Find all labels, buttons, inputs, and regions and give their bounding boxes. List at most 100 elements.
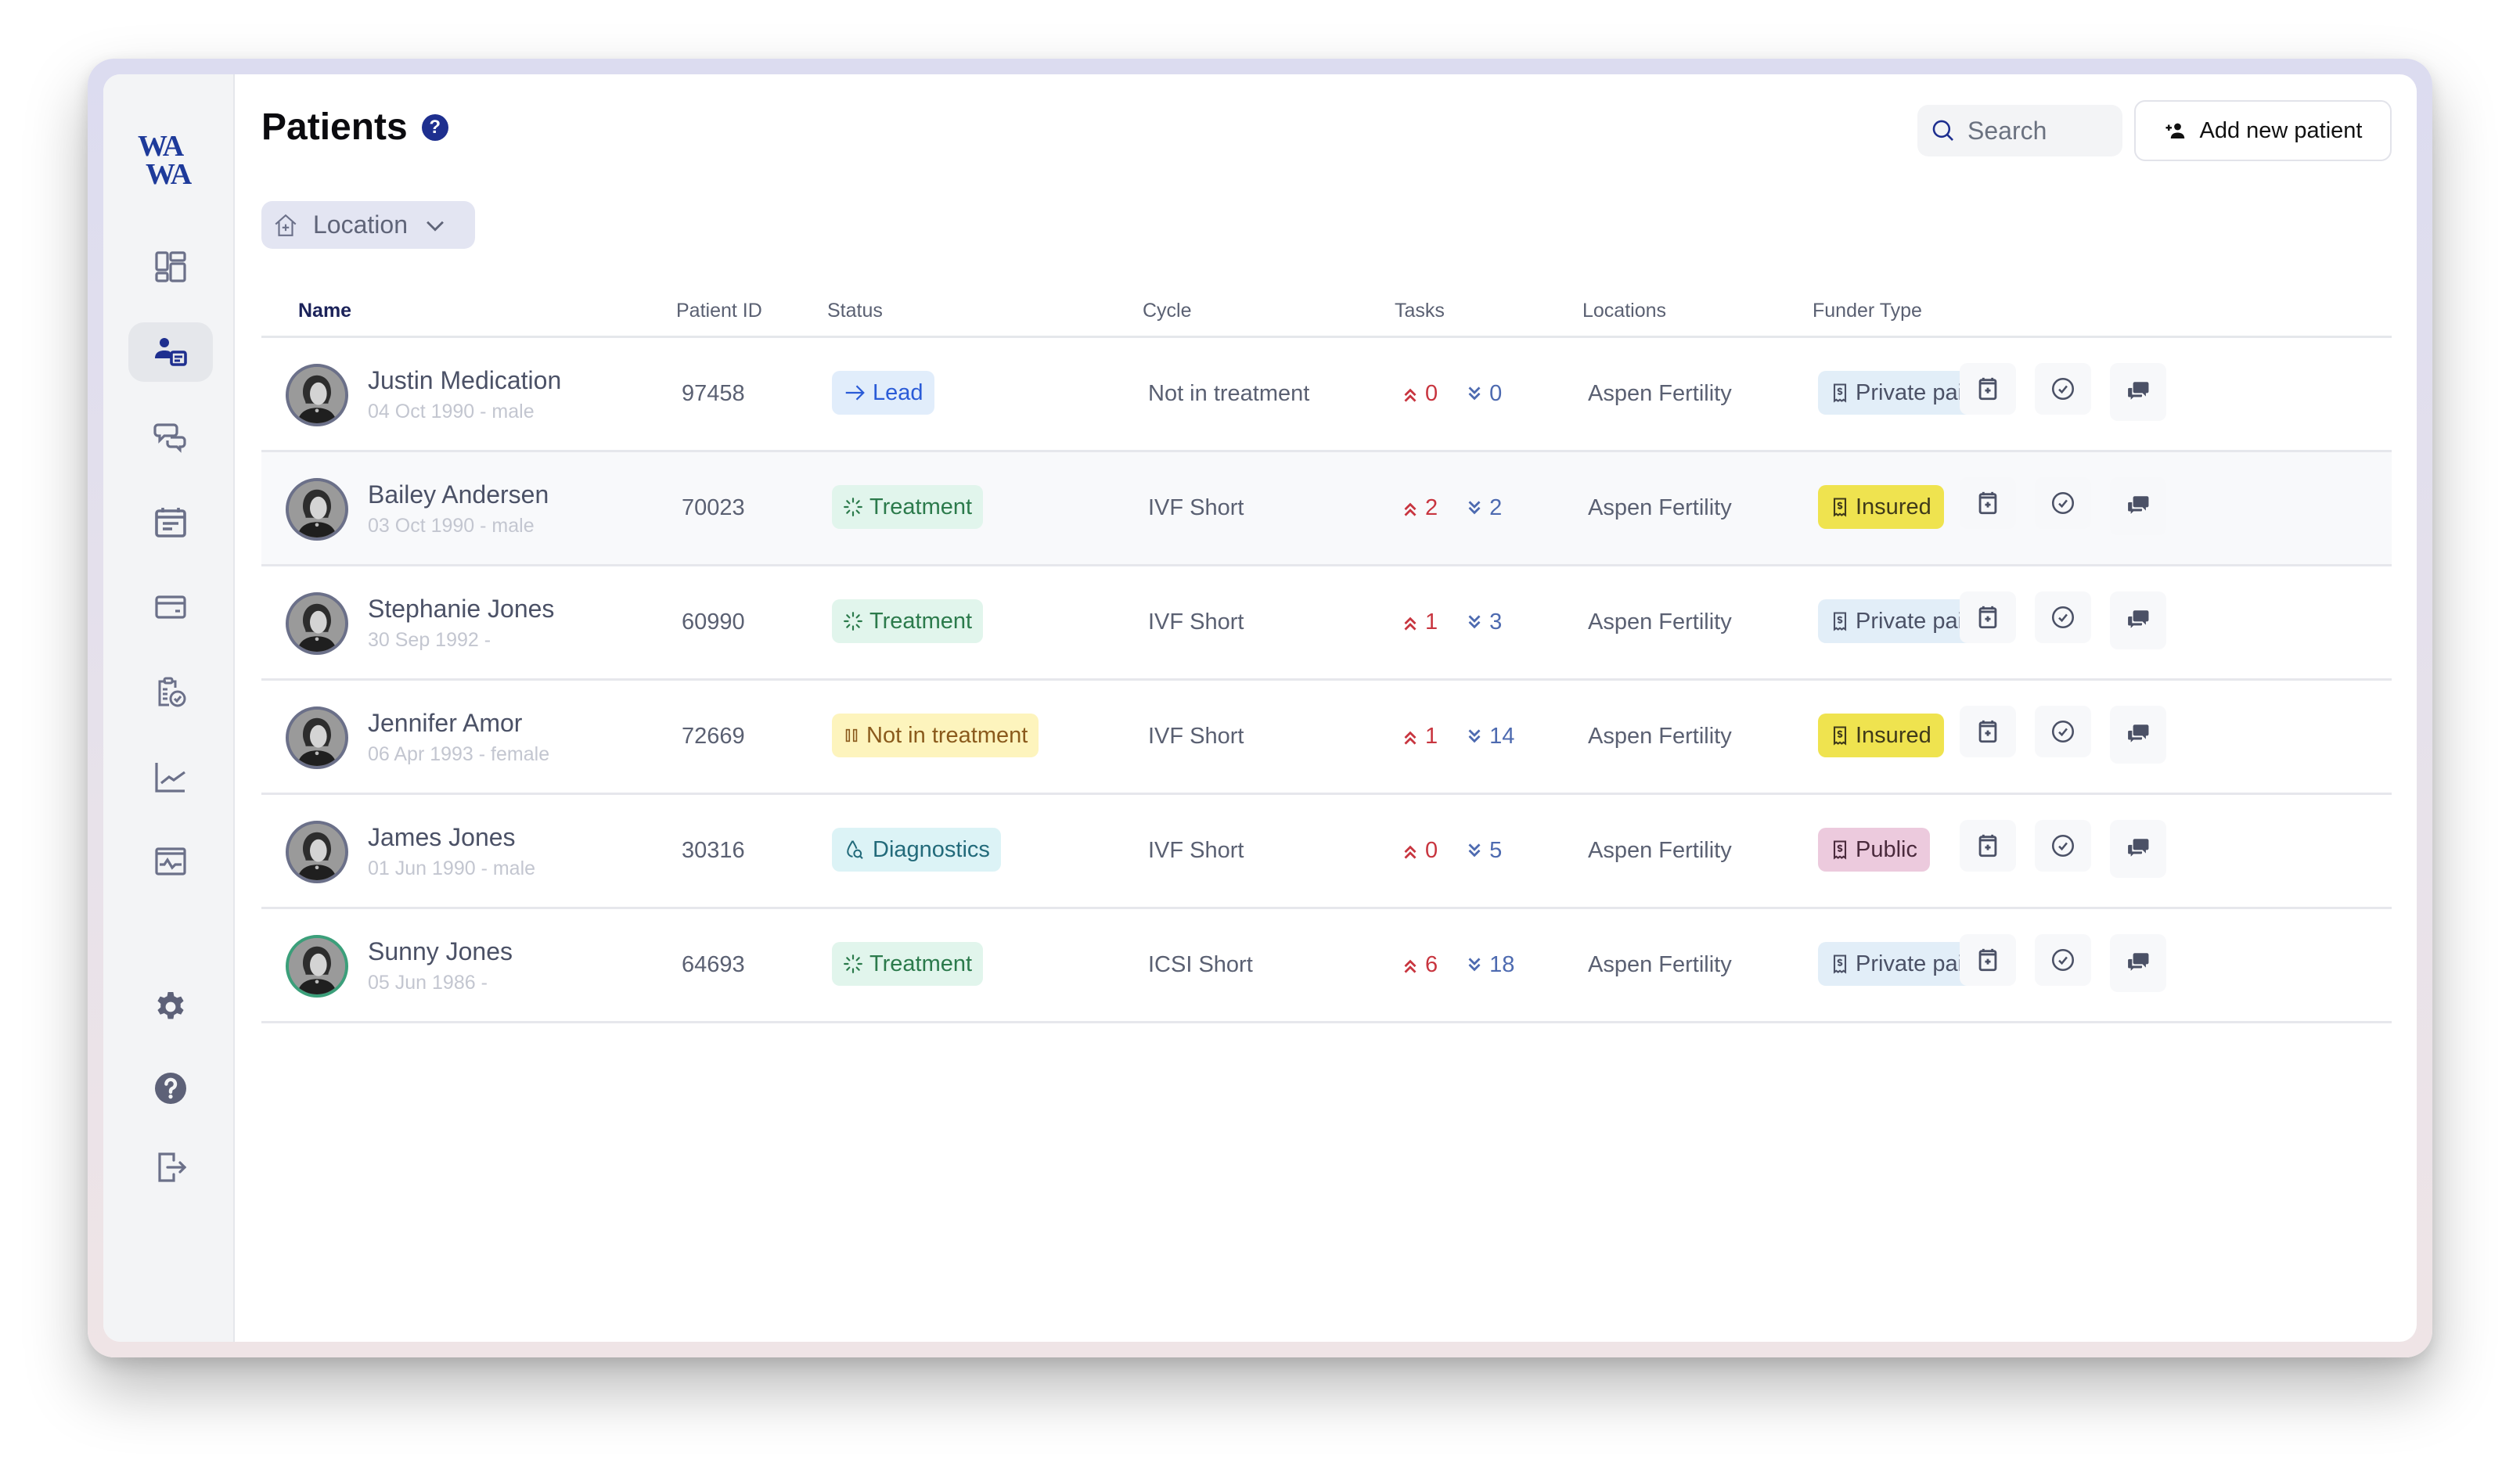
add-appointment-button[interactable] [1960, 820, 2016, 872]
open-chat-button[interactable] [2110, 363, 2166, 421]
sidebar-item-settings[interactable] [128, 978, 213, 1037]
sidebar-item-dashboard[interactable] [128, 237, 213, 297]
sidebar-item-billing[interactable] [128, 577, 213, 636]
add-task-button[interactable] [2035, 706, 2091, 757]
funder-type-label: Public [1856, 836, 1917, 862]
add-task-button[interactable] [2035, 820, 2091, 872]
funder-type-badge: Insured [1818, 485, 1944, 529]
avatar [286, 478, 348, 541]
column-header-tasks[interactable]: Tasks [1395, 300, 1445, 322]
check-circle-icon [2051, 491, 2075, 515]
patient-name[interactable]: Jennifer Amor [368, 709, 522, 738]
cycle: IVF Short [1148, 838, 1244, 863]
patient-name[interactable]: James Jones [368, 823, 516, 852]
patient-name[interactable]: Bailey Andersen [368, 480, 549, 509]
help-icon [155, 1073, 186, 1104]
column-header-locations[interactable]: Locations [1582, 300, 1666, 322]
patient-name[interactable]: Justin Medication [368, 366, 561, 395]
chevrons-down-icon [1468, 500, 1481, 514]
receipt-dollar-icon [1833, 498, 1847, 517]
add-appointment-button[interactable] [1960, 477, 2016, 529]
search-input[interactable] [1967, 116, 2108, 146]
chevron-down-icon [427, 221, 444, 232]
patient-portrait-image [289, 595, 345, 652]
sidebar-item-monitoring[interactable] [128, 832, 213, 891]
table-row[interactable]: James Jones 01 Jun 1990 - male 30316 Dia… [261, 795, 2392, 909]
add-task-button[interactable] [2035, 591, 2091, 643]
patient-dob-gender: 06 Apr 1993 - female [368, 743, 550, 765]
status-badge: Lead [832, 371, 934, 415]
add-appointment-button[interactable] [1960, 934, 2016, 986]
add-task-button[interactable] [2035, 363, 2091, 415]
sidebar-item-calendar[interactable] [128, 492, 213, 552]
sidebar-item-tasks[interactable] [128, 663, 213, 722]
sidebar-item-analytics[interactable] [128, 747, 213, 807]
location-filter-dropdown[interactable]: Location [261, 201, 475, 249]
open-chat-button[interactable] [2110, 934, 2166, 992]
receipt-dollar-icon [1833, 840, 1847, 860]
tasks-counts[interactable]: 2 2 [1400, 495, 1502, 521]
sidebar-item-logout[interactable] [128, 1137, 213, 1196]
funder-type-label: Insured [1856, 722, 1931, 748]
open-chat-button[interactable] [2110, 706, 2166, 764]
tasks-counts[interactable]: 1 14 [1400, 724, 1514, 750]
chevrons-up-icon [1404, 731, 1417, 745]
chevrons-down-icon [1468, 843, 1481, 857]
cycle: IVF Short [1148, 609, 1244, 635]
loader-icon [843, 497, 863, 517]
patient-name[interactable]: Stephanie Jones [368, 595, 554, 624]
help-icon[interactable]: ? [421, 113, 448, 141]
chat-bubbles-icon [2126, 953, 2149, 973]
column-header-status[interactable]: Status [827, 300, 883, 322]
loader-icon [843, 954, 863, 974]
location: Aspen Fertility [1588, 838, 1732, 863]
add-new-patient-button[interactable]: Add new patient [2134, 100, 2392, 161]
app-logo[interactable]: WA WA [138, 131, 200, 189]
column-header-name[interactable]: Name [298, 300, 351, 322]
column-header-funder-type[interactable]: Funder Type [1813, 300, 1922, 322]
hospital-icon [275, 214, 297, 236]
gear-icon [157, 992, 184, 1019]
patients-table: Name Patient ID Status Cycle Tasks Locat… [261, 270, 2392, 1023]
add-task-button[interactable] [2035, 477, 2091, 529]
patient-id: 70023 [682, 495, 745, 520]
table-row[interactable]: Sunny Jones 05 Jun 1986 - 64693 Treatmen… [261, 909, 2392, 1023]
status-badge: Treatment [832, 485, 984, 529]
table-row[interactable]: Stephanie Jones 30 Sep 1992 - 60990 Trea… [261, 566, 2392, 681]
check-circle-icon [2051, 606, 2075, 629]
calendar-plus-icon [1978, 606, 1997, 629]
column-header-patient-id[interactable]: Patient ID [676, 300, 762, 322]
sidebar-item-patients[interactable] [128, 322, 213, 382]
add-appointment-button[interactable] [1960, 591, 2016, 643]
table-row[interactable]: Justin Medication 04 Oct 1990 - male 974… [261, 338, 2392, 452]
add-appointment-button[interactable] [1960, 706, 2016, 757]
tasks-overdue: 2 [1400, 495, 1438, 521]
table-row[interactable]: Jennifer Amor 06 Apr 1993 - female 72669… [261, 681, 2392, 795]
cycle: ICSI Short [1148, 952, 1253, 977]
receipt-dollar-icon [1833, 955, 1847, 974]
patient-dob-gender: 01 Jun 1990 - male [368, 857, 536, 879]
chevrons-up-icon [1404, 617, 1417, 631]
add-appointment-button[interactable] [1960, 363, 2016, 415]
add-task-button[interactable] [2035, 934, 2091, 986]
page-title: Patients ? [261, 106, 448, 149]
main-content: Patients ? Add new patient [235, 74, 2417, 1342]
open-chat-button[interactable] [2110, 591, 2166, 649]
sidebar-item-help[interactable] [128, 1059, 213, 1118]
tasks-counts[interactable]: 0 5 [1400, 838, 1502, 864]
open-chat-button[interactable] [2110, 820, 2166, 878]
tasks-counts[interactable]: 6 18 [1400, 952, 1514, 978]
tasks-upcoming-count: 0 [1489, 381, 1503, 406]
avatar [286, 592, 348, 655]
column-header-cycle[interactable]: Cycle [1143, 300, 1192, 322]
tasks-counts[interactable]: 1 3 [1400, 609, 1502, 635]
funder-type-label: Insured [1856, 494, 1931, 519]
tasks-counts[interactable]: 0 0 [1400, 381, 1502, 407]
patient-name[interactable]: Sunny Jones [368, 937, 513, 966]
table-row[interactable]: Bailey Andersen 03 Oct 1990 - male 70023… [261, 452, 2392, 566]
search-box[interactable] [1917, 105, 2122, 156]
tasks-overdue: 0 [1400, 838, 1438, 864]
open-chat-button[interactable] [2110, 477, 2166, 535]
sidebar-item-messages[interactable] [128, 406, 213, 466]
location: Aspen Fertility [1588, 381, 1732, 406]
